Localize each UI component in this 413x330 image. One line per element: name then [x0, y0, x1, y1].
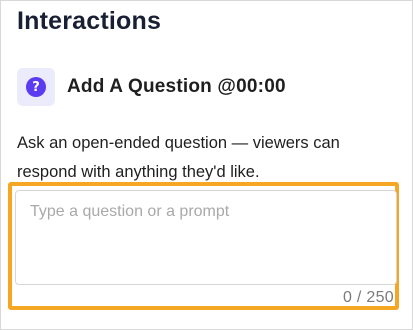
panel-title: Interactions	[17, 7, 162, 35]
question-title: Add A Question @00:00	[67, 76, 286, 97]
question-circle-icon: ?	[26, 77, 46, 97]
question-header: ? Add A Question @00:00	[17, 68, 286, 106]
question-description: Ask an open-ended question — viewers can…	[17, 134, 340, 181]
question-input-container	[15, 190, 397, 285]
question-icon-container: ?	[17, 68, 55, 106]
question-input[interactable]	[16, 191, 396, 284]
character-counter: 0 / 250	[342, 289, 394, 306]
interactions-panel: Interactions ? Add A Question @00:00 Ask…	[0, 0, 413, 330]
